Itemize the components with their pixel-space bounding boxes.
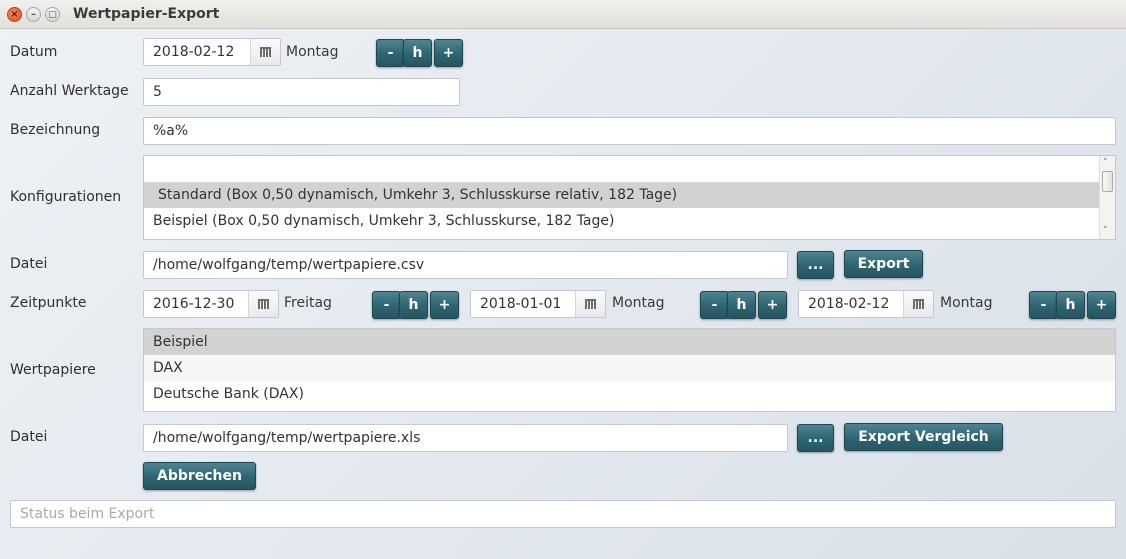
zeitpunkt1-date-picker[interactable]: 2016-12-30: [143, 290, 279, 318]
datum-minus-button[interactable]: -: [376, 39, 405, 67]
datei2-input[interactable]: /home/wolfgang/temp/wertpapiere.xls: [143, 424, 788, 452]
konfigurationen-scrollbar[interactable]: ˄ ˅: [1099, 156, 1115, 239]
zeitpunkt3-plus-button[interactable]: +: [1087, 291, 1116, 319]
export-vergleich-button[interactable]: Export Vergleich: [844, 423, 1003, 451]
zeitpunkt2-calendar-button[interactable]: [575, 291, 605, 317]
calendar-icon: [585, 299, 596, 309]
datum-weekday: Montag: [286, 44, 339, 60]
close-window-button[interactable]: ×: [7, 7, 22, 22]
datum-value[interactable]: 2018-02-12: [153, 39, 234, 65]
zeitpunkt3-today-button[interactable]: h: [1056, 291, 1085, 319]
zeitpunkt2-today-button[interactable]: h: [727, 291, 756, 319]
zeitpunkt2-date-picker[interactable]: 2018-01-01: [470, 290, 606, 318]
datum-plus-button[interactable]: +: [434, 39, 463, 67]
zeitpunkt3-value[interactable]: 2018-02-12: [808, 291, 889, 317]
zeitpunkt1-calendar-button[interactable]: [248, 291, 278, 317]
minimize-window-button[interactable]: –: [26, 7, 41, 22]
zeitpunkt2-plus-button[interactable]: +: [758, 291, 787, 319]
zeitpunkt2-minus-button[interactable]: -: [700, 291, 729, 319]
title-bar: × – □ Wertpapier-Export: [0, 0, 1126, 29]
wertpapiere-list[interactable]: Beispiel DAX Deutsche Bank (DAX): [143, 328, 1116, 412]
zeitpunkt1-weekday: Freitag: [284, 295, 332, 311]
list-item[interactable]: Deutsche Bank (DAX): [144, 381, 1115, 407]
calendar-icon: [258, 299, 269, 309]
list-item[interactable]: DAX: [144, 355, 1115, 381]
bezeichnung-label: Bezeichnung: [10, 122, 101, 138]
zeitpunkt1-plus-button[interactable]: +: [430, 291, 459, 319]
zeitpunkt3-date-picker[interactable]: 2018-02-12: [798, 290, 934, 318]
list-item[interactable]: Beispiel (Box 0,50 dynamisch, Umkehr 3, …: [144, 208, 1099, 234]
datum-today-button[interactable]: h: [403, 39, 432, 67]
konfigurationen-label: Konfigurationen: [10, 189, 122, 205]
datei2-browse-button[interactable]: ...: [797, 424, 834, 452]
datum-calendar-button[interactable]: [250, 39, 280, 65]
zeitpunkt2-weekday: Montag: [612, 295, 665, 311]
list-item[interactable]: [144, 156, 1115, 182]
zeitpunkt1-minus-button[interactable]: -: [372, 291, 401, 319]
zeitpunkt3-calendar-button[interactable]: [903, 291, 933, 317]
scrollbar-thumb[interactable]: [1102, 171, 1113, 192]
zeitpunkt3-minus-button[interactable]: -: [1029, 291, 1058, 319]
calendar-icon: [913, 299, 924, 309]
datum-date-picker[interactable]: 2018-02-12: [143, 38, 281, 66]
abbrechen-button[interactable]: Abbrechen: [143, 462, 256, 490]
list-item[interactable]: Standard (Box 0,50 dynamisch, Umkehr 3, …: [144, 182, 1099, 208]
datei1-label: Datei: [10, 256, 48, 272]
scroll-down-icon[interactable]: ˅: [1103, 226, 1108, 236]
export-button[interactable]: Export: [844, 250, 923, 278]
zeitpunkt1-today-button[interactable]: h: [399, 291, 428, 319]
datei1-input[interactable]: /home/wolfgang/temp/wertpapiere.csv: [143, 251, 788, 279]
werktage-label: Anzahl Werktage: [10, 83, 129, 99]
zeitpunkt1-value[interactable]: 2016-12-30: [153, 291, 234, 317]
scroll-up-icon[interactable]: ˄: [1103, 158, 1108, 168]
zeitpunkt2-value[interactable]: 2018-01-01: [480, 291, 561, 317]
maximize-window-button[interactable]: □: [45, 7, 60, 22]
zeitpunkte-label: Zeitpunkte: [10, 295, 87, 311]
wertpapiere-label: Wertpapiere: [10, 362, 96, 378]
datei2-label: Datei: [10, 429, 48, 445]
datei1-browse-button[interactable]: ...: [797, 251, 834, 279]
konfigurationen-list[interactable]: Standard (Box 0,50 dynamisch, Umkehr 3, …: [143, 155, 1116, 240]
status-field: Status beim Export: [10, 500, 1116, 528]
zeitpunkt3-weekday: Montag: [940, 295, 993, 311]
bezeichnung-input[interactable]: %a%: [143, 117, 1116, 145]
calendar-icon: [260, 47, 271, 57]
window-title: Wertpapier-Export: [73, 6, 220, 22]
list-item[interactable]: Beispiel: [144, 329, 1115, 355]
werktage-input[interactable]: 5: [143, 78, 460, 106]
datum-label: Datum: [10, 44, 58, 60]
